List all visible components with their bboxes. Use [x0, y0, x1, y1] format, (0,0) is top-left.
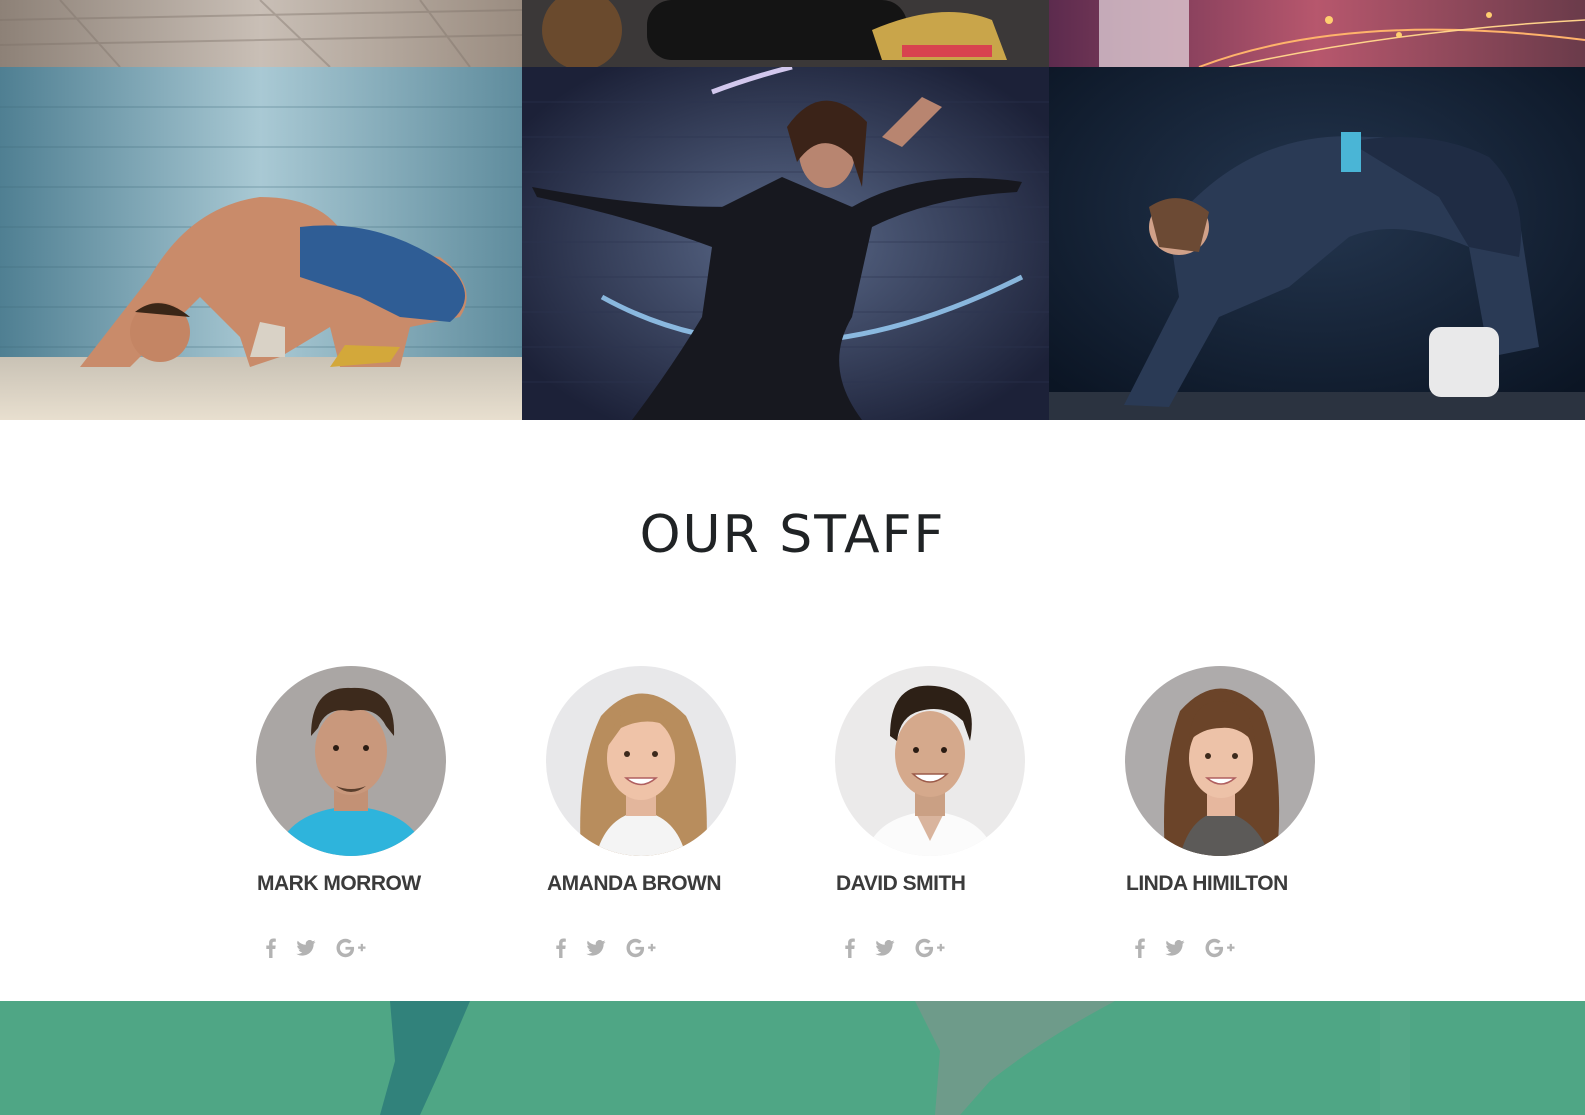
avatar[interactable]	[1125, 666, 1315, 856]
gallery-image-dancer-backbend[interactable]	[1049, 67, 1585, 420]
google-plus-icon[interactable]	[1205, 938, 1235, 958]
staff-name: MARK MORROW	[257, 872, 421, 895]
facebook-icon[interactable]	[556, 938, 566, 958]
social-links	[556, 938, 676, 958]
gallery-image-dancer-lights[interactable]	[522, 67, 1049, 420]
twitter-icon[interactable]	[296, 940, 316, 956]
staff-section: OUR STAFF MARK MORROW AMANDA BROWN DAVID…	[0, 420, 1585, 1012]
staff-card: MARK MORROW	[256, 666, 476, 958]
gallery-image-wood-floor[interactable]	[0, 0, 522, 67]
google-plus-icon[interactable]	[626, 938, 656, 958]
staff-name: DAVID SMITH	[836, 872, 966, 895]
social-links	[845, 938, 965, 958]
staff-card: LINDA HIMILTON	[1125, 666, 1345, 958]
gallery-main-row	[0, 67, 1585, 420]
social-links	[1135, 938, 1255, 958]
next-section-banner	[0, 1001, 1585, 1115]
staff-name: AMANDA BROWN	[547, 872, 722, 895]
avatar[interactable]	[256, 666, 446, 856]
staff-card: AMANDA BROWN	[546, 666, 766, 958]
staff-name: LINDA HIMILTON	[1126, 872, 1288, 895]
facebook-icon[interactable]	[845, 938, 855, 958]
gallery-image-breakdancer-bridge[interactable]	[0, 67, 522, 420]
twitter-icon[interactable]	[1165, 940, 1185, 956]
staff-card: DAVID SMITH	[835, 666, 1055, 958]
facebook-icon[interactable]	[1135, 938, 1145, 958]
gallery-image-light-trails[interactable]	[1049, 0, 1585, 67]
social-links	[266, 938, 386, 958]
gallery-top-row	[0, 0, 1585, 67]
avatar[interactable]	[835, 666, 1025, 856]
google-plus-icon[interactable]	[915, 938, 945, 958]
google-plus-icon[interactable]	[336, 938, 366, 958]
avatar[interactable]	[546, 666, 736, 856]
twitter-icon[interactable]	[875, 940, 895, 956]
section-title: OUR STAFF	[639, 505, 946, 565]
twitter-icon[interactable]	[586, 940, 606, 956]
gallery-image-dancer-shoes[interactable]	[522, 0, 1049, 67]
facebook-icon[interactable]	[266, 938, 276, 958]
